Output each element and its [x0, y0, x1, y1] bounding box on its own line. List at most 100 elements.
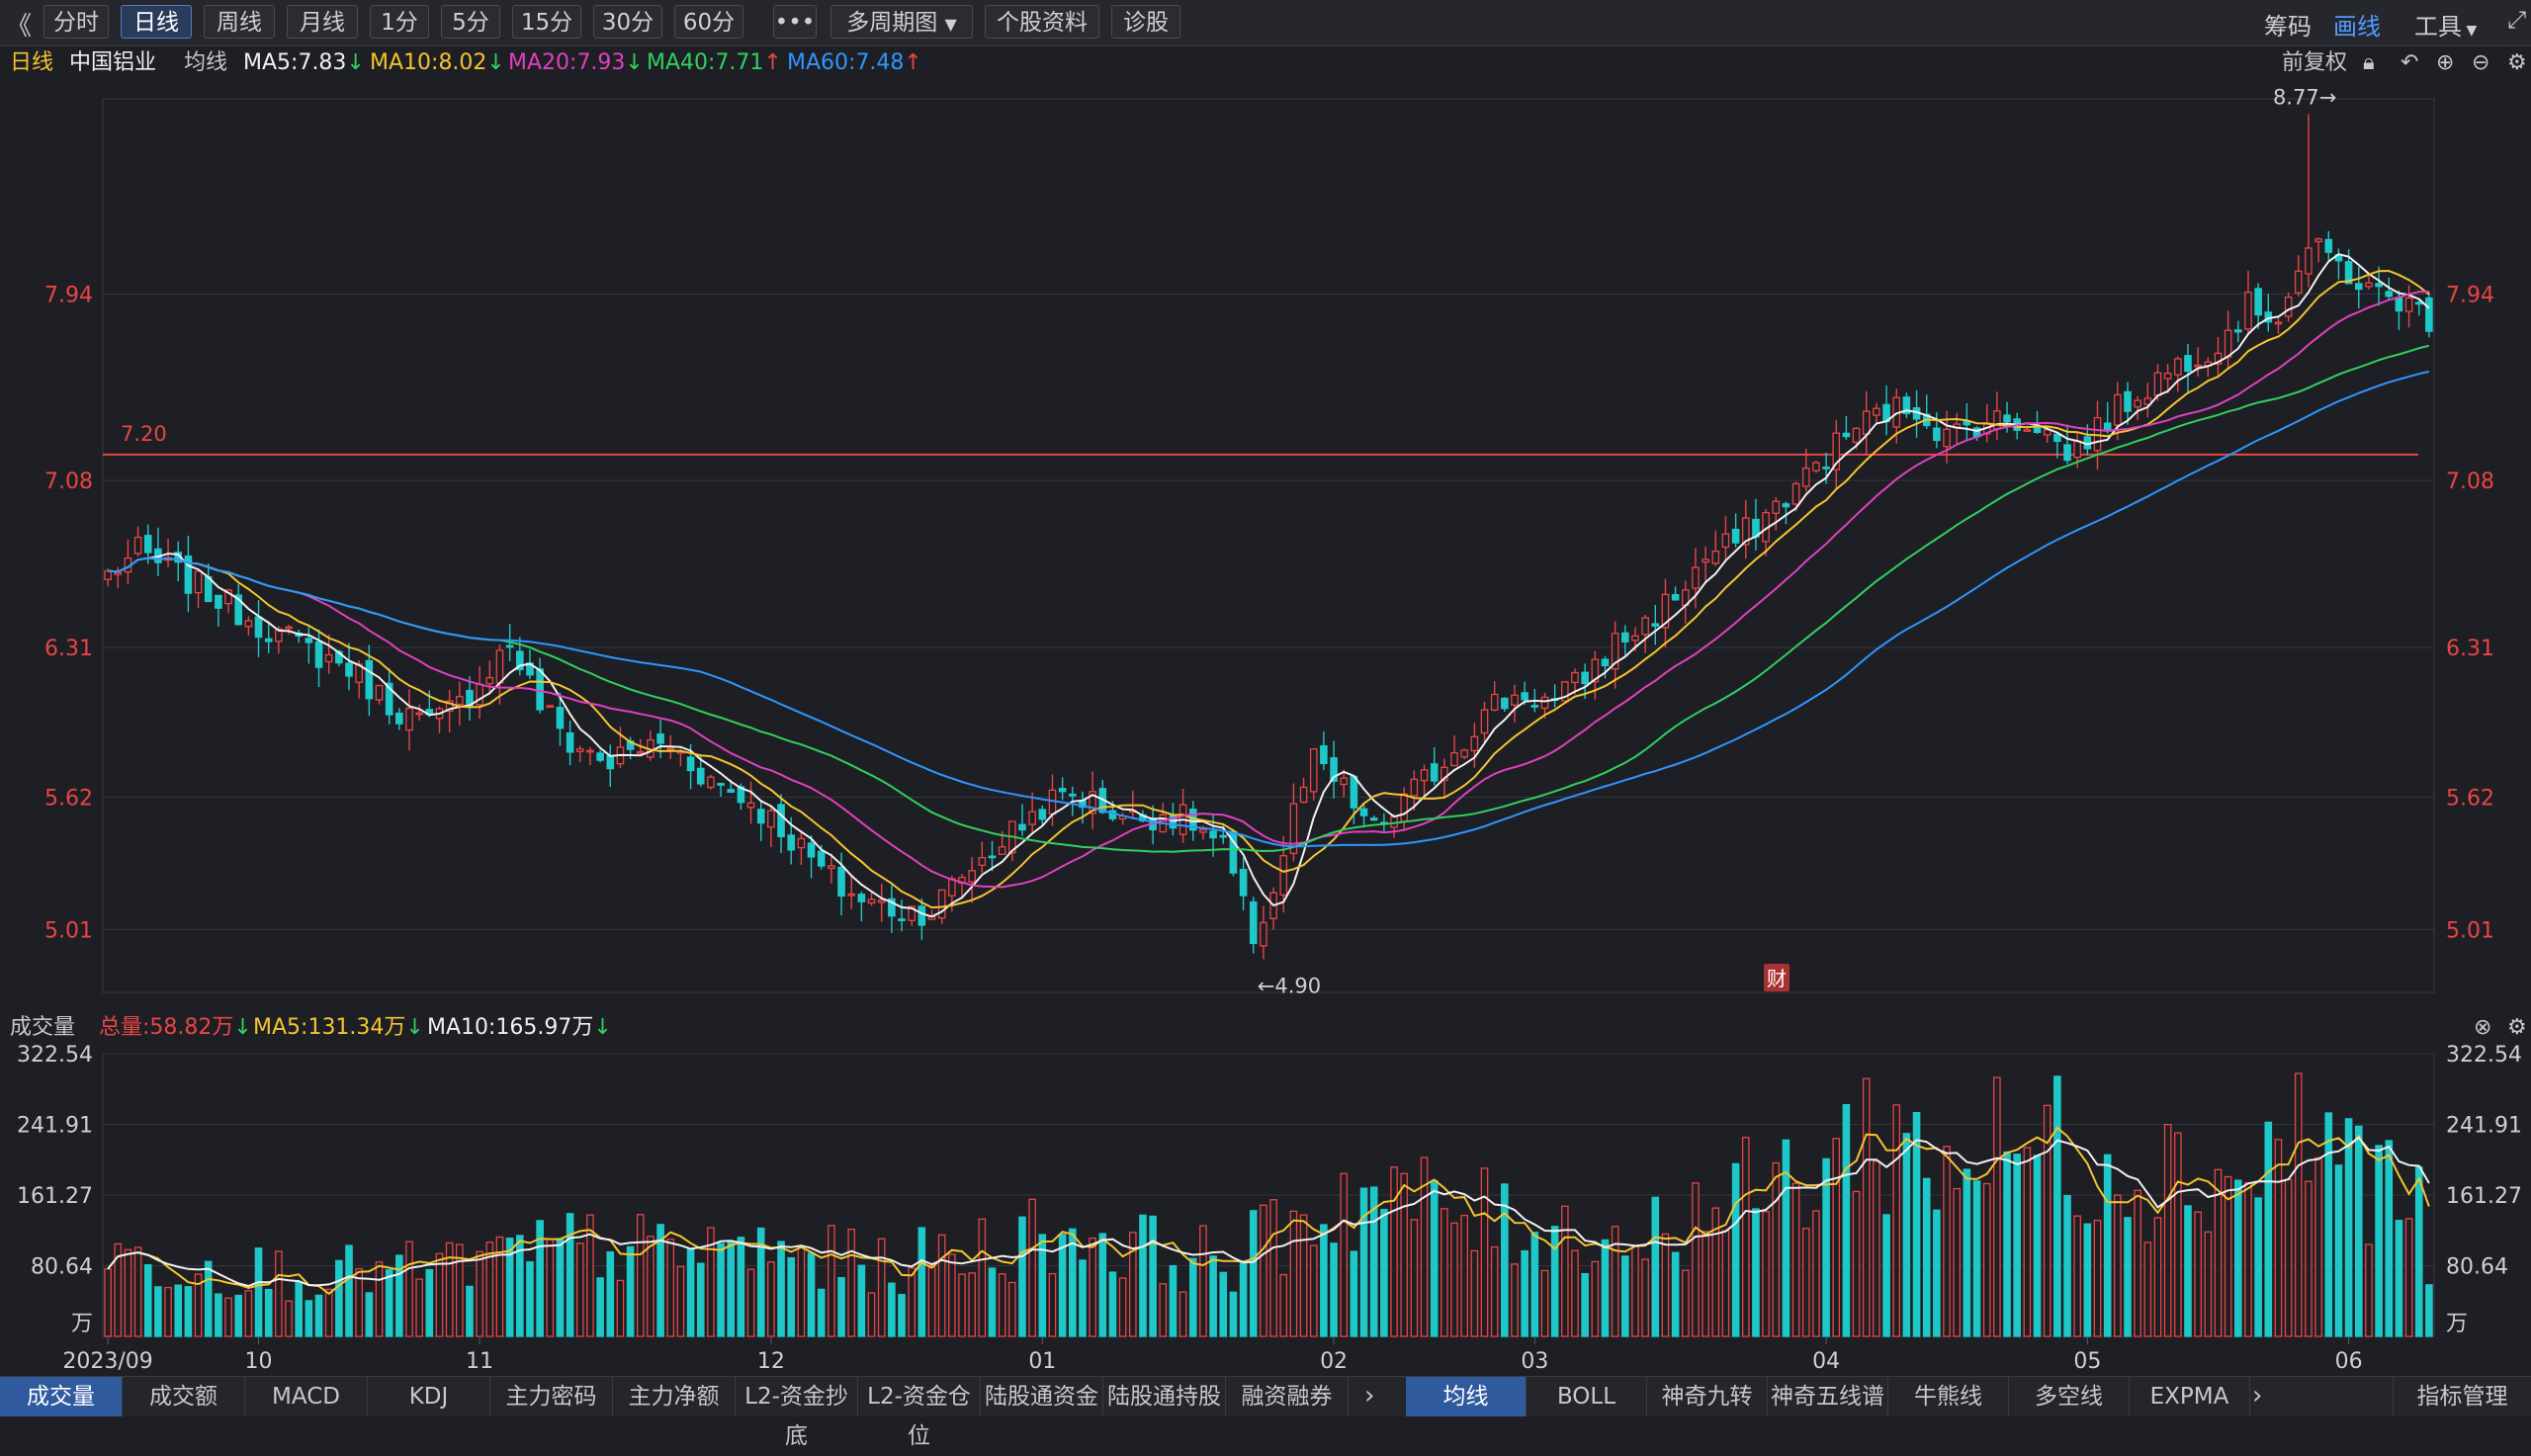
- candle[interactable]: [1269, 887, 1277, 930]
- candle[interactable]: [2184, 344, 2192, 393]
- candle[interactable]: [1702, 546, 1709, 583]
- indicator-tab-1[interactable]: 成交额: [123, 1377, 245, 1416]
- candle[interactable]: [254, 600, 263, 657]
- candle[interactable]: [1772, 497, 1781, 531]
- candle[interactable]: [1089, 771, 1096, 829]
- candle[interactable]: [1400, 787, 1409, 830]
- candle[interactable]: [405, 689, 413, 751]
- candle[interactable]: [1380, 813, 1388, 831]
- candle[interactable]: [154, 527, 162, 576]
- candle[interactable]: [2305, 114, 2313, 288]
- candle[interactable]: [2234, 320, 2242, 343]
- candle[interactable]: [133, 526, 142, 557]
- candle[interactable]: [2404, 285, 2413, 328]
- candle[interactable]: [1480, 701, 1489, 744]
- candle[interactable]: [2414, 300, 2423, 316]
- candle[interactable]: [2043, 429, 2051, 444]
- candle[interactable]: [1501, 697, 1509, 712]
- candle[interactable]: [285, 625, 293, 635]
- candle[interactable]: [857, 891, 866, 922]
- candle[interactable]: [586, 746, 594, 766]
- candle[interactable]: [2103, 401, 2112, 434]
- candle[interactable]: [1651, 605, 1660, 645]
- candle[interactable]: [2284, 292, 2293, 322]
- candle[interactable]: [1741, 499, 1750, 559]
- candle[interactable]: [898, 899, 906, 932]
- indicator-tab-3[interactable]: KDJ: [368, 1377, 490, 1416]
- candle[interactable]: [244, 616, 253, 637]
- candle[interactable]: [2334, 248, 2343, 280]
- candle[interactable]: [1661, 578, 1670, 647]
- candle[interactable]: [1320, 731, 1328, 771]
- candle[interactable]: [124, 539, 132, 584]
- candle[interactable]: [435, 706, 444, 733]
- candle[interactable]: [867, 892, 876, 906]
- candle[interactable]: [707, 774, 715, 790]
- candle[interactable]: [305, 627, 313, 664]
- candle[interactable]: [1239, 857, 1248, 911]
- candle[interactable]: [647, 729, 655, 761]
- candle[interactable]: [1511, 684, 1519, 723]
- candle[interactable]: [536, 657, 544, 714]
- candle[interactable]: [1922, 394, 1931, 429]
- candle[interactable]: [1330, 740, 1338, 800]
- candle[interactable]: [575, 745, 584, 763]
- candle[interactable]: [415, 704, 423, 722]
- indicator-tab-7[interactable]: L2-资金仓位: [858, 1377, 981, 1449]
- candle[interactable]: [2354, 266, 2363, 308]
- candle[interactable]: [2174, 356, 2182, 392]
- candle[interactable]: [2264, 294, 2273, 332]
- indicator-tab-0[interactable]: 成交量: [0, 1377, 123, 1416]
- overlay-tab-6[interactable]: EXPMA: [2130, 1377, 2250, 1416]
- candle[interactable]: [1369, 815, 1378, 821]
- candle[interactable]: [546, 704, 555, 708]
- candle[interactable]: [746, 781, 755, 824]
- indicator-tab-6[interactable]: L2-资金抄底: [736, 1377, 858, 1449]
- candle[interactable]: [2134, 395, 2141, 421]
- candle[interactable]: [1299, 777, 1308, 804]
- candle[interactable]: [656, 720, 664, 758]
- candle[interactable]: [1711, 530, 1720, 566]
- candle[interactable]: [1993, 391, 2001, 440]
- candle[interactable]: [2294, 255, 2303, 297]
- overlay-tab-3[interactable]: 神奇五线谱: [1768, 1377, 1888, 1416]
- candle[interactable]: [1309, 748, 1318, 801]
- candle[interactable]: [2324, 230, 2333, 262]
- candle[interactable]: [1390, 814, 1398, 838]
- candle[interactable]: [1671, 586, 1680, 601]
- candle[interactable]: [456, 681, 464, 727]
- candle[interactable]: [777, 794, 785, 854]
- candle[interactable]: [184, 536, 193, 613]
- candle[interactable]: [194, 570, 203, 609]
- financial-report-badge[interactable]: 财: [1764, 964, 1789, 991]
- candle[interactable]: [797, 830, 806, 865]
- candle[interactable]: [566, 720, 574, 766]
- chevron-right-icon[interactable]: ›: [1364, 1381, 1374, 1411]
- candle[interactable]: [264, 621, 273, 653]
- indicator-tab-8[interactable]: 陆股通资金: [981, 1377, 1103, 1416]
- candle[interactable]: [1912, 389, 1921, 438]
- candle[interactable]: [1902, 392, 1911, 419]
- indicator-manage-button[interactable]: 指标管理: [2393, 1377, 2531, 1416]
- indicator-tab-4[interactable]: 主力密码: [490, 1377, 613, 1416]
- candle[interactable]: [1018, 804, 1026, 836]
- candle[interactable]: [1008, 820, 1016, 862]
- candle[interactable]: [204, 563, 213, 603]
- candle[interactable]: [1289, 783, 1298, 862]
- candle[interactable]: [1731, 513, 1740, 548]
- overlay-tab-1[interactable]: BOLL: [1527, 1377, 1647, 1416]
- candle[interactable]: [2314, 237, 2322, 263]
- candle[interactable]: [395, 708, 403, 730]
- overlay-tab-4[interactable]: 牛熊线: [1888, 1377, 2009, 1416]
- candle[interactable]: [1430, 746, 1439, 786]
- candle[interactable]: [958, 874, 966, 897]
- candle[interactable]: [2344, 249, 2353, 285]
- candle[interactable]: [515, 637, 524, 676]
- candle[interactable]: [596, 749, 604, 763]
- candle[interactable]: [2214, 336, 2223, 377]
- candle[interactable]: [2194, 347, 2202, 377]
- candle[interactable]: [756, 800, 765, 841]
- overlay-tab-0[interactable]: 均线: [1406, 1377, 1527, 1416]
- candle[interactable]: [1420, 764, 1429, 797]
- candle[interactable]: [888, 885, 896, 933]
